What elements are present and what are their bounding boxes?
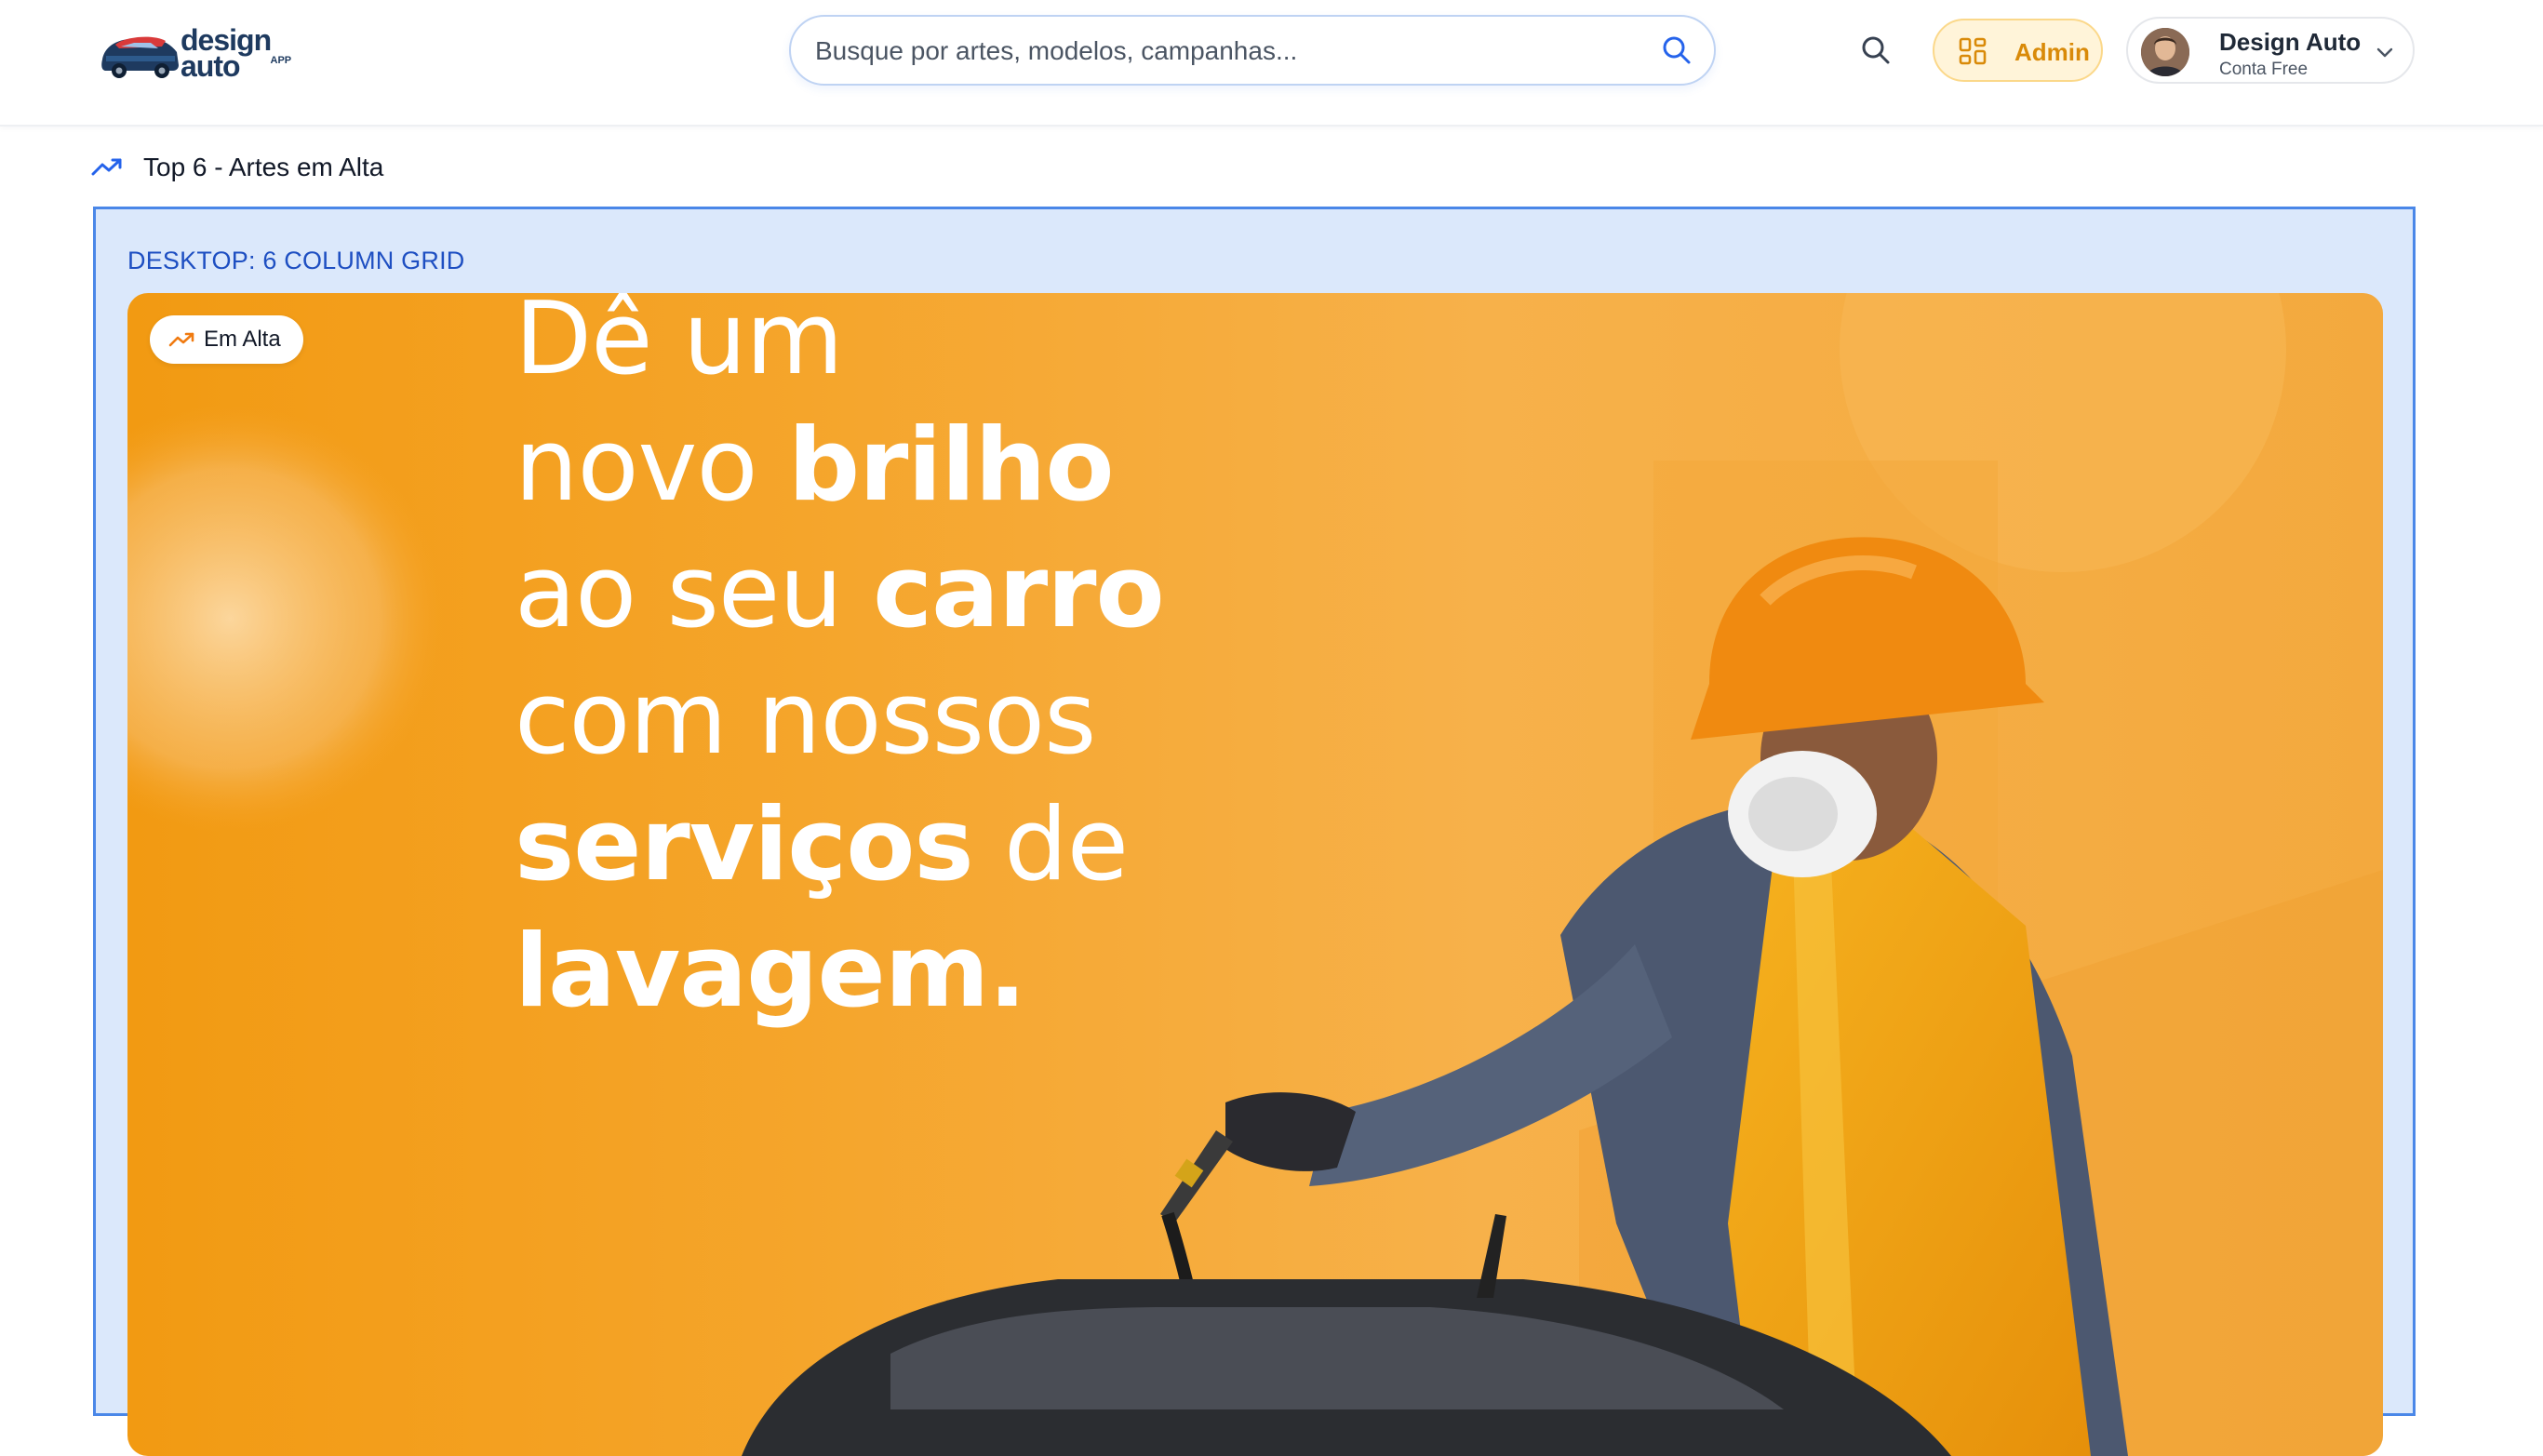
search-input[interactable] — [813, 28, 1636, 74]
trending-up-icon — [168, 332, 194, 347]
grid-icon — [1959, 37, 1987, 65]
search-bar — [789, 15, 1716, 86]
headline-line-6: lavagem. — [515, 914, 1026, 1030]
trending-grid: DESKTOP: 6 COLUMN GRID Em Alta Dê um nov… — [93, 207, 2416, 1456]
section-title: Top 6 - Artes em Alta — [91, 151, 383, 184]
grid-debug-label: DESKTOP: 6 COLUMN GRID — [127, 247, 465, 274]
search-icon[interactable] — [1660, 33, 1693, 67]
user-plan: Conta Free — [2219, 60, 2309, 79]
design-auto-logo[interactable]: design auto APP — [97, 22, 291, 84]
headline-line-2: novo brilho — [515, 407, 1115, 524]
headline-line-1: Dê um — [515, 293, 844, 397]
headline-line-5: serviços de — [515, 787, 1129, 903]
top-navbar: design auto APP Admin — [0, 0, 2543, 127]
user-name: Design Auto — [2219, 28, 2362, 56]
badge-label: Em Alta — [204, 327, 281, 352]
user-menu-button[interactable]: Design Auto Conta Free — [2126, 17, 2415, 84]
admin-label: Admin — [2014, 38, 2090, 66]
avatar — [2141, 28, 2189, 76]
card-headline: Dê um novo brilho ao seu carro com nosso… — [515, 293, 1352, 1035]
headline-line-3: ao seu carro — [515, 534, 1165, 650]
chevron-down-icon — [2376, 47, 2393, 58]
admin-button[interactable]: Admin — [1933, 19, 2103, 82]
art-card[interactable]: Em Alta Dê um novo brilho ao seu carro c… — [127, 293, 2383, 1456]
trending-up-icon — [91, 158, 122, 176]
search-icon[interactable] — [1859, 33, 1893, 67]
trending-badge: Em Alta — [150, 315, 303, 364]
section-title-text: Top 6 - Artes em Alta — [143, 153, 384, 181]
logo-line-auto: auto — [181, 49, 241, 83]
logo-wordmark: design auto APP — [181, 25, 291, 83]
headline-line-4: com nossos — [515, 661, 1096, 777]
car-logo-icon — [101, 36, 179, 78]
logo-app-suffix: APP — [270, 55, 292, 66]
